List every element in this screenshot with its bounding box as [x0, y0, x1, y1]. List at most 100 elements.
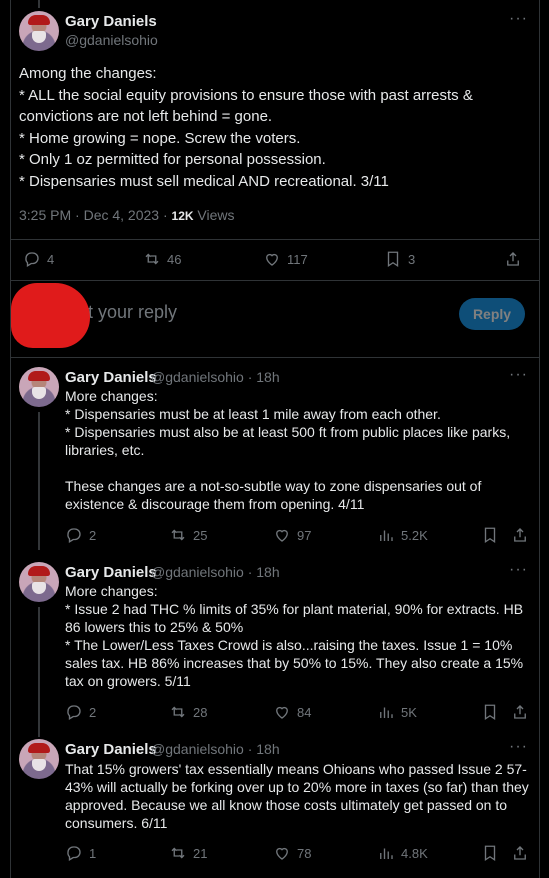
redaction-mark [11, 283, 90, 348]
view-count: 12K [171, 209, 194, 223]
reply-button[interactable]: Reply [459, 298, 525, 330]
share-icon [507, 252, 519, 266]
more-options-icon[interactable]: ··· [509, 561, 528, 579]
avatar[interactable] [19, 367, 59, 407]
author-name[interactable]: Gary Daniels [65, 369, 157, 386]
reply-action[interactable]: 2 [65, 526, 96, 544]
thread-line [38, 0, 40, 8]
bookmark-icon [484, 704, 496, 721]
bookmark-icon [484, 527, 496, 544]
reply-action[interactable]: 1 [65, 844, 96, 862]
author-handle[interactable]: @gdanielsohio · 18h [151, 369, 280, 385]
heart-icon [266, 253, 278, 266]
tweet-text: More changes: * Issue 2 had THC % limits… [65, 583, 524, 689]
repost-action[interactable]: 28 [169, 703, 207, 721]
avatar[interactable] [19, 11, 59, 51]
author-handle[interactable]: @gdanielsohio · 18h [151, 564, 280, 580]
author-handle[interactable]: @gdanielsohio [65, 32, 158, 48]
view-count: 4.8K [401, 845, 428, 861]
divider [11, 280, 539, 281]
timeline-column: Gary Daniels @gdanielsohio ··· Among the… [10, 0, 540, 878]
tweet-meta: 3:25 PM · Dec 4, 2023 · 12K Views [19, 207, 235, 223]
repost-count: 21 [193, 845, 208, 861]
more-options-icon[interactable]: ··· [509, 366, 528, 384]
analytics-icon [380, 707, 393, 718]
like-action[interactable]: 97 [273, 526, 311, 544]
reply-icon [67, 846, 81, 861]
tweet-text: More changes: * Dispensaries must be at … [65, 388, 511, 512]
repost-action[interactable]: 21 [169, 844, 207, 862]
author-name[interactable]: Gary Daniels [65, 564, 157, 581]
reply-count: 2 [89, 704, 97, 720]
bookmark-icon [484, 845, 496, 862]
avatar-beard [32, 759, 46, 771]
view-count: 5K [401, 704, 417, 720]
reply-count: 4 [47, 251, 55, 267]
views-label: Views [193, 207, 235, 223]
tweet-timestamp[interactable]: 3:25 PM · Dec 4, 2023 · [19, 207, 172, 223]
bookmark-icon [387, 251, 399, 268]
avatar[interactable] [19, 562, 59, 602]
bookmark-action[interactable] [481, 526, 499, 544]
thread-line [38, 607, 40, 737]
repost-count: 25 [193, 527, 208, 543]
avatar-hat [28, 566, 50, 576]
share-icon [514, 705, 526, 719]
like-action[interactable]: 84 [273, 703, 311, 721]
like-count: 97 [297, 527, 312, 543]
reply-icon [25, 252, 39, 267]
like-count: 117 [287, 251, 308, 267]
views-action[interactable]: 5.2K [377, 526, 428, 544]
share-action[interactable] [511, 526, 529, 544]
more-options-icon[interactable]: ··· [509, 10, 528, 28]
divider [11, 357, 539, 358]
bookmark-action[interactable]: 3 [384, 250, 415, 268]
like-action[interactable]: 117 [263, 250, 308, 268]
reply-count: 1 [89, 845, 97, 861]
like-count: 78 [297, 845, 312, 861]
repost-count: 28 [193, 704, 208, 720]
divider [11, 239, 539, 240]
avatar-hat [28, 743, 50, 753]
tweet-text: Among the changes: * ALL the social equi… [19, 65, 473, 190]
like-action[interactable]: 78 [273, 844, 311, 862]
tweet-text: That 15% growers' tax essentially means … [65, 761, 529, 831]
bookmark-action[interactable] [481, 844, 499, 862]
repost-action[interactable]: 46 [143, 250, 181, 268]
views-action[interactable]: 5K [377, 703, 417, 721]
avatar-hat [28, 15, 50, 25]
avatar-beard [32, 387, 46, 399]
reply-action[interactable]: 2 [65, 703, 96, 721]
author-name[interactable]: Gary Daniels [65, 13, 157, 30]
heart-icon [276, 706, 288, 719]
reply-action[interactable]: 4 [23, 250, 54, 268]
share-action[interactable] [504, 250, 522, 268]
more-options-icon[interactable]: ··· [509, 738, 528, 756]
like-count: 84 [297, 704, 312, 720]
share-action[interactable] [511, 703, 529, 721]
share-icon [514, 846, 526, 860]
avatar-hat [28, 371, 50, 381]
avatar[interactable] [19, 739, 59, 779]
avatar-beard [32, 582, 46, 594]
share-icon [514, 528, 526, 542]
view-count: 5.2K [401, 527, 428, 543]
analytics-icon [380, 848, 393, 859]
reply-input[interactable]: st your reply [79, 302, 177, 323]
repost-icon [171, 529, 185, 541]
avatar-beard [32, 31, 46, 43]
repost-icon [145, 253, 159, 265]
heart-icon [276, 529, 288, 542]
bookmark-action[interactable] [481, 703, 499, 721]
reply-icon [67, 528, 81, 543]
views-action[interactable]: 4.8K [377, 844, 428, 862]
repost-count: 46 [167, 251, 182, 267]
heart-icon [276, 847, 288, 860]
author-handle[interactable]: @gdanielsohio · 18h [151, 741, 280, 757]
repost-icon [171, 706, 185, 718]
thread-line [38, 412, 40, 550]
repost-action[interactable]: 25 [169, 526, 207, 544]
author-name[interactable]: Gary Daniels [65, 741, 157, 758]
share-action[interactable] [511, 844, 529, 862]
repost-icon [171, 847, 185, 859]
